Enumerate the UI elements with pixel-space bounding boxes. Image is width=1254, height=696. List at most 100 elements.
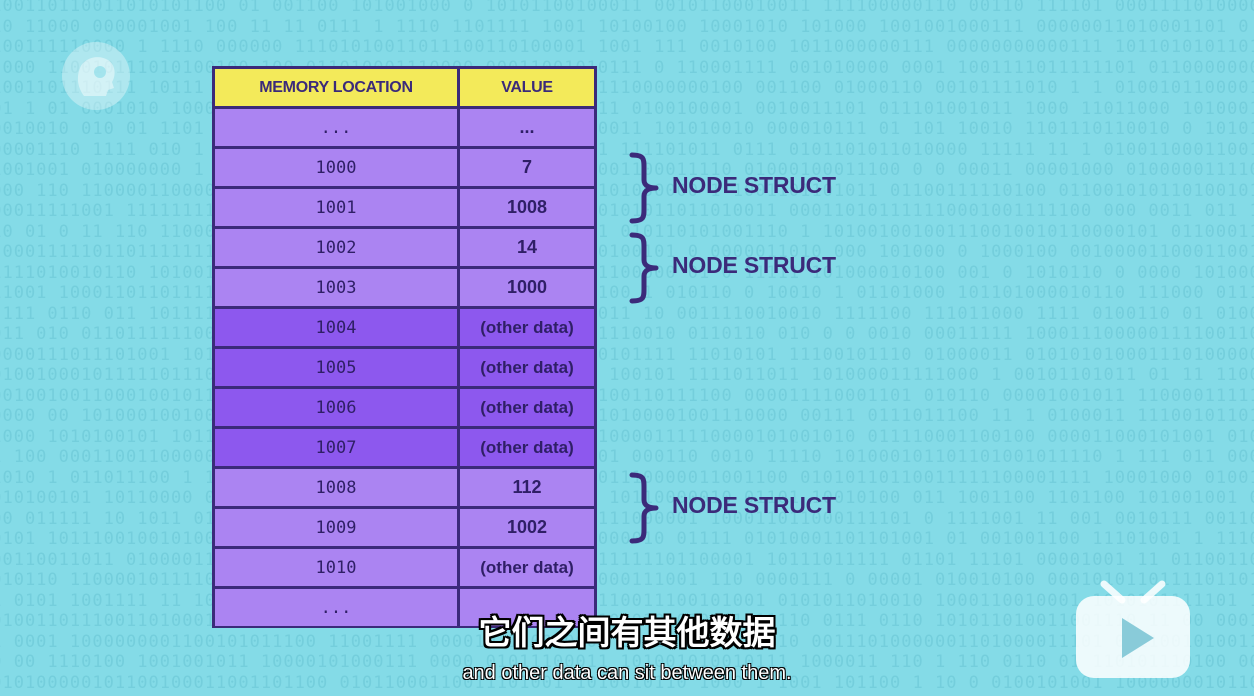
curly-brace-icon	[629, 472, 659, 544]
memory-table: MEMORY LOCATION VALUE ...... 1000 7 1001 100…	[212, 66, 597, 628]
memory-location-text: 1010	[315, 557, 357, 578]
binary-text-line: 00010010 010 01 1101 0 1100 010001110 10…	[0, 119, 1254, 139]
binary-text-line: 1 111 0110 011 1011111011001 1010 00 111…	[0, 303, 1254, 324]
binary-text-line: 000110011011 010000110101 10111 00111000…	[0, 549, 1254, 570]
binary-text-line: 10000 00 10100010010001110 100110010 001…	[0, 406, 1254, 426]
value-text: ...	[519, 117, 535, 137]
binary-text-line: 010 01 0 11 110 110000101 10111000100 00…	[0, 221, 1254, 242]
table-header-row: MEMORY LOCATION VALUE	[215, 69, 594, 109]
value-cell: 112	[460, 469, 594, 506]
memory-location-cell: 1010	[215, 549, 457, 586]
binary-text-line: 100 011111 10 1011 0101000111110110 100 …	[0, 508, 1254, 529]
memory-location-cell: 1001	[215, 189, 457, 226]
value-text: (other data)	[480, 557, 574, 577]
memory-location-text: 1008	[315, 477, 357, 498]
binary-text-line: 101 1 01 0001010 10001110011011100001000…	[0, 98, 1254, 119]
binary-text-line: 000001110 1111 010 1 01111110000 0001111…	[0, 139, 1254, 160]
value-text: (other data)	[480, 437, 574, 457]
table-row: 1000 7	[215, 149, 594, 189]
value-cell: 1008	[460, 189, 594, 226]
value-cell: 1000	[460, 269, 594, 306]
table-row: 1002 14	[215, 229, 594, 269]
binary-text-line: 111001 10001101101111 000 0101111 100111…	[0, 283, 1254, 303]
value-cell: (other data)	[460, 429, 594, 466]
binary-text-line: 10101 101110010010100001000 000100000101…	[0, 529, 1254, 549]
table-row: 1006 (other data)	[215, 389, 594, 429]
memory-location-cell: 1002	[215, 229, 457, 266]
memory-location-cell: 1007	[215, 429, 457, 466]
table-row: 1009 1002	[215, 509, 594, 549]
value-cell: (other data)	[460, 349, 594, 386]
value-cell: 7	[460, 149, 594, 186]
memory-location-text: 1009	[315, 517, 357, 538]
table-row: 1010 (other data)	[215, 549, 594, 589]
binary-text-line: 01111010010110 101001100111 111101 01111…	[0, 262, 1254, 283]
value-cell: 14	[460, 229, 594, 266]
value-text: 7	[521, 157, 532, 177]
memory-location-text: 1006	[315, 397, 357, 418]
value-text: 112	[512, 477, 542, 497]
brace-layer	[629, 152, 659, 544]
binary-text-line: 1100111110000 1 1110 000000 111010100110…	[0, 37, 1254, 57]
binary-text-line: 01 100 0001100110000011101 1111101101101…	[0, 447, 1254, 467]
binary-text-line: 11001001 010000000 1 101100110 101001000…	[0, 160, 1254, 180]
binary-text-line: 11000 1010100101 10110100111111 11111110…	[0, 426, 1254, 447]
value-text: 14	[516, 237, 538, 257]
memory-location-text: 1000	[315, 157, 357, 178]
memory-location-cell: 1005	[215, 349, 457, 386]
binary-text-line: 00000111011101001 1011011010101001100000…	[0, 344, 1254, 365]
table-row: 1008 112	[215, 469, 594, 509]
curly-brace-icon	[629, 232, 659, 304]
value-text: (other data)	[480, 317, 574, 337]
value-text: (other data)	[480, 397, 574, 417]
table-row: 1003 1000	[215, 269, 594, 309]
binary-text-line: 0000 110 110000110000010 111011011010100…	[0, 180, 1254, 201]
value-cell: (other data)	[460, 309, 594, 346]
value-text: (other data)	[480, 357, 574, 377]
node-struct-label: NODE STRUCT	[672, 492, 836, 518]
memory-location-text: 1003	[315, 277, 357, 298]
node-struct-label: NODE STRUCT	[672, 252, 836, 278]
memory-location-text: 1007	[315, 437, 357, 458]
value-text: 1000	[506, 277, 548, 297]
table-row: 1001 1008	[215, 189, 594, 229]
value-cell: 1002	[460, 509, 594, 546]
binary-text-line: 1011 010 0110111111001110110011110110000…	[0, 324, 1254, 344]
memory-location-cell: ...	[215, 109, 457, 146]
subtitle-chinese: 它们之间有其他数据	[478, 613, 776, 652]
binary-text-line: 1010010001011111011100101011110011000111…	[0, 365, 1254, 385]
table-row: 1007 (other data)	[215, 429, 594, 469]
binary-text-line: 1010100101 10110000 0011 1 11001 1111 10…	[0, 488, 1254, 508]
memory-location-text: ...	[320, 117, 352, 138]
binary-text-line: 0001001001100010010111010111100111 11001…	[0, 385, 1254, 406]
header-value: VALUE	[501, 78, 553, 96]
binary-text-line: 000011111001 111111111000010111001011100…	[0, 201, 1254, 221]
memory-location-text: 1002	[315, 237, 357, 258]
bilibili-tv-play-icon	[1076, 580, 1190, 678]
memory-location-cell: 1008	[215, 469, 457, 506]
binary-text-line: 11010 1 011011100 1 11110000000110 10011…	[0, 467, 1254, 488]
memory-location-text: 1005	[315, 357, 357, 378]
memory-location-cell: 1006	[215, 389, 457, 426]
value-text: 1008	[506, 197, 548, 217]
memory-location-cell: 1000	[215, 149, 457, 186]
value-cell: ...	[460, 109, 594, 146]
binary-background: 1100110110011010101100 01 001100 1010010…	[0, 0, 1254, 696]
memory-location-cell: 1009	[215, 509, 457, 546]
table-row: 1004 (other data)	[215, 309, 594, 349]
channel-head-logo-icon	[62, 42, 130, 110]
value-cell: (other data)	[460, 549, 594, 586]
node-struct-label: NODE STRUCT	[672, 172, 836, 198]
header-memory-location: MEMORY LOCATION	[259, 78, 413, 96]
binary-text-line: 0010110 1100001011110010011101111 110010…	[0, 570, 1254, 590]
curly-brace-icon	[629, 152, 659, 224]
memory-location-text: 1004	[315, 317, 357, 338]
binary-text-line: 1 000 110010111010100100 100 01101000111…	[0, 57, 1254, 78]
subtitle-english: and other data can sit between them.	[462, 662, 792, 684]
binary-text-line: 1 000111110110111111101110010 0111110100…	[0, 242, 1254, 262]
memory-location-cell: 1004	[215, 309, 457, 346]
binary-text-line: 01001101110111 10111 001 00101 001001111…	[0, 78, 1254, 98]
binary-text-line: 110 11000 000001001 100 11 11 0111 1 111…	[0, 16, 1254, 37]
table-row: 1005 (other data)	[215, 349, 594, 389]
value-cell: (other data)	[460, 389, 594, 426]
